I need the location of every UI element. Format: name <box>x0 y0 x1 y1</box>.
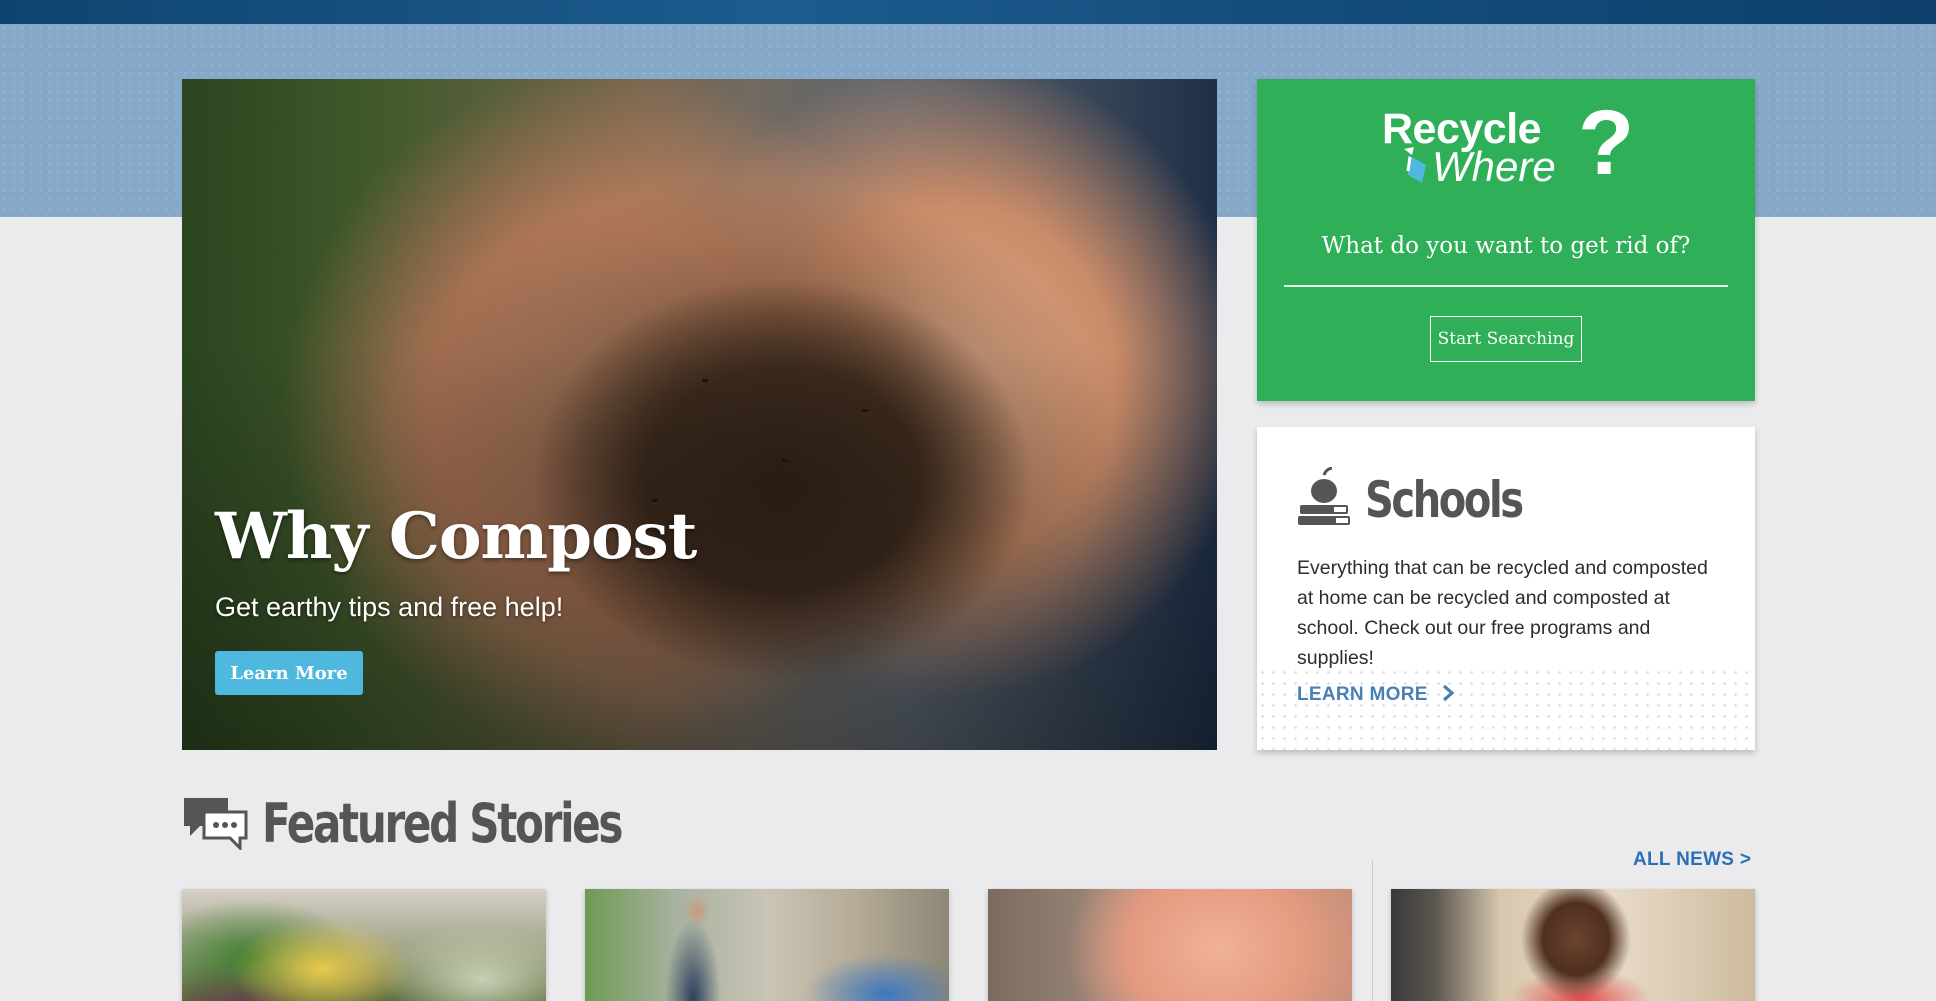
chevron-right-icon <box>1443 684 1455 702</box>
featured-stories-title: Featured Stories <box>262 792 623 855</box>
recycle-arrow-icon <box>1404 147 1426 183</box>
recycle-where-widget: Recycle Where ? What do you want to get … <box>1257 79 1755 401</box>
schools-learn-more-link[interactable]: LEARN MORE <box>1297 684 1455 706</box>
photo-detail <box>702 379 708 382</box>
schools-description: Everything that can be recycled and comp… <box>1297 557 1708 669</box>
chat-bubbles-icon <box>184 798 248 850</box>
search-input-underline[interactable] <box>1284 285 1728 287</box>
logo-question-mark: ? <box>1578 92 1635 194</box>
hero-banner[interactable]: Why Compost Get earthy tips and free hel… <box>182 79 1217 750</box>
photo-detail <box>862 409 868 412</box>
start-searching-button[interactable]: Start Searching <box>1430 316 1582 362</box>
site-header-strip <box>0 0 1936 24</box>
all-news-link[interactable]: ALL NEWS > <box>1633 849 1751 871</box>
recycle-where-logo[interactable]: Recycle Where ? <box>1382 97 1634 190</box>
learn-more-button[interactable]: Learn More <box>215 651 363 695</box>
dotted-pattern <box>1257 667 1755 750</box>
schools-card: Schools Everything that can be recycled … <box>1257 427 1755 750</box>
story-card-smiling-woman[interactable] <box>1391 889 1755 1001</box>
hero-photo-compost-hands <box>182 79 1217 750</box>
search-prompt: What do you want to get rid of? <box>1321 233 1691 259</box>
photo-detail <box>782 459 788 462</box>
schools-title: Schools <box>1365 471 1524 529</box>
story-card-girl-with-fork[interactable] <box>988 889 1352 1001</box>
link-label: LEARN MORE <box>1297 684 1428 705</box>
story-card-vegetable-scraps[interactable] <box>182 889 546 1001</box>
hero-title: Why Compost <box>215 499 697 574</box>
hero-subtitle: Get earthy tips and free help! <box>215 592 564 622</box>
apple-on-books-icon <box>1298 467 1350 525</box>
divider <box>1372 860 1373 1001</box>
story-card-recycling-bin[interactable] <box>585 889 949 1001</box>
logo-text-where: Where <box>1432 143 1556 190</box>
